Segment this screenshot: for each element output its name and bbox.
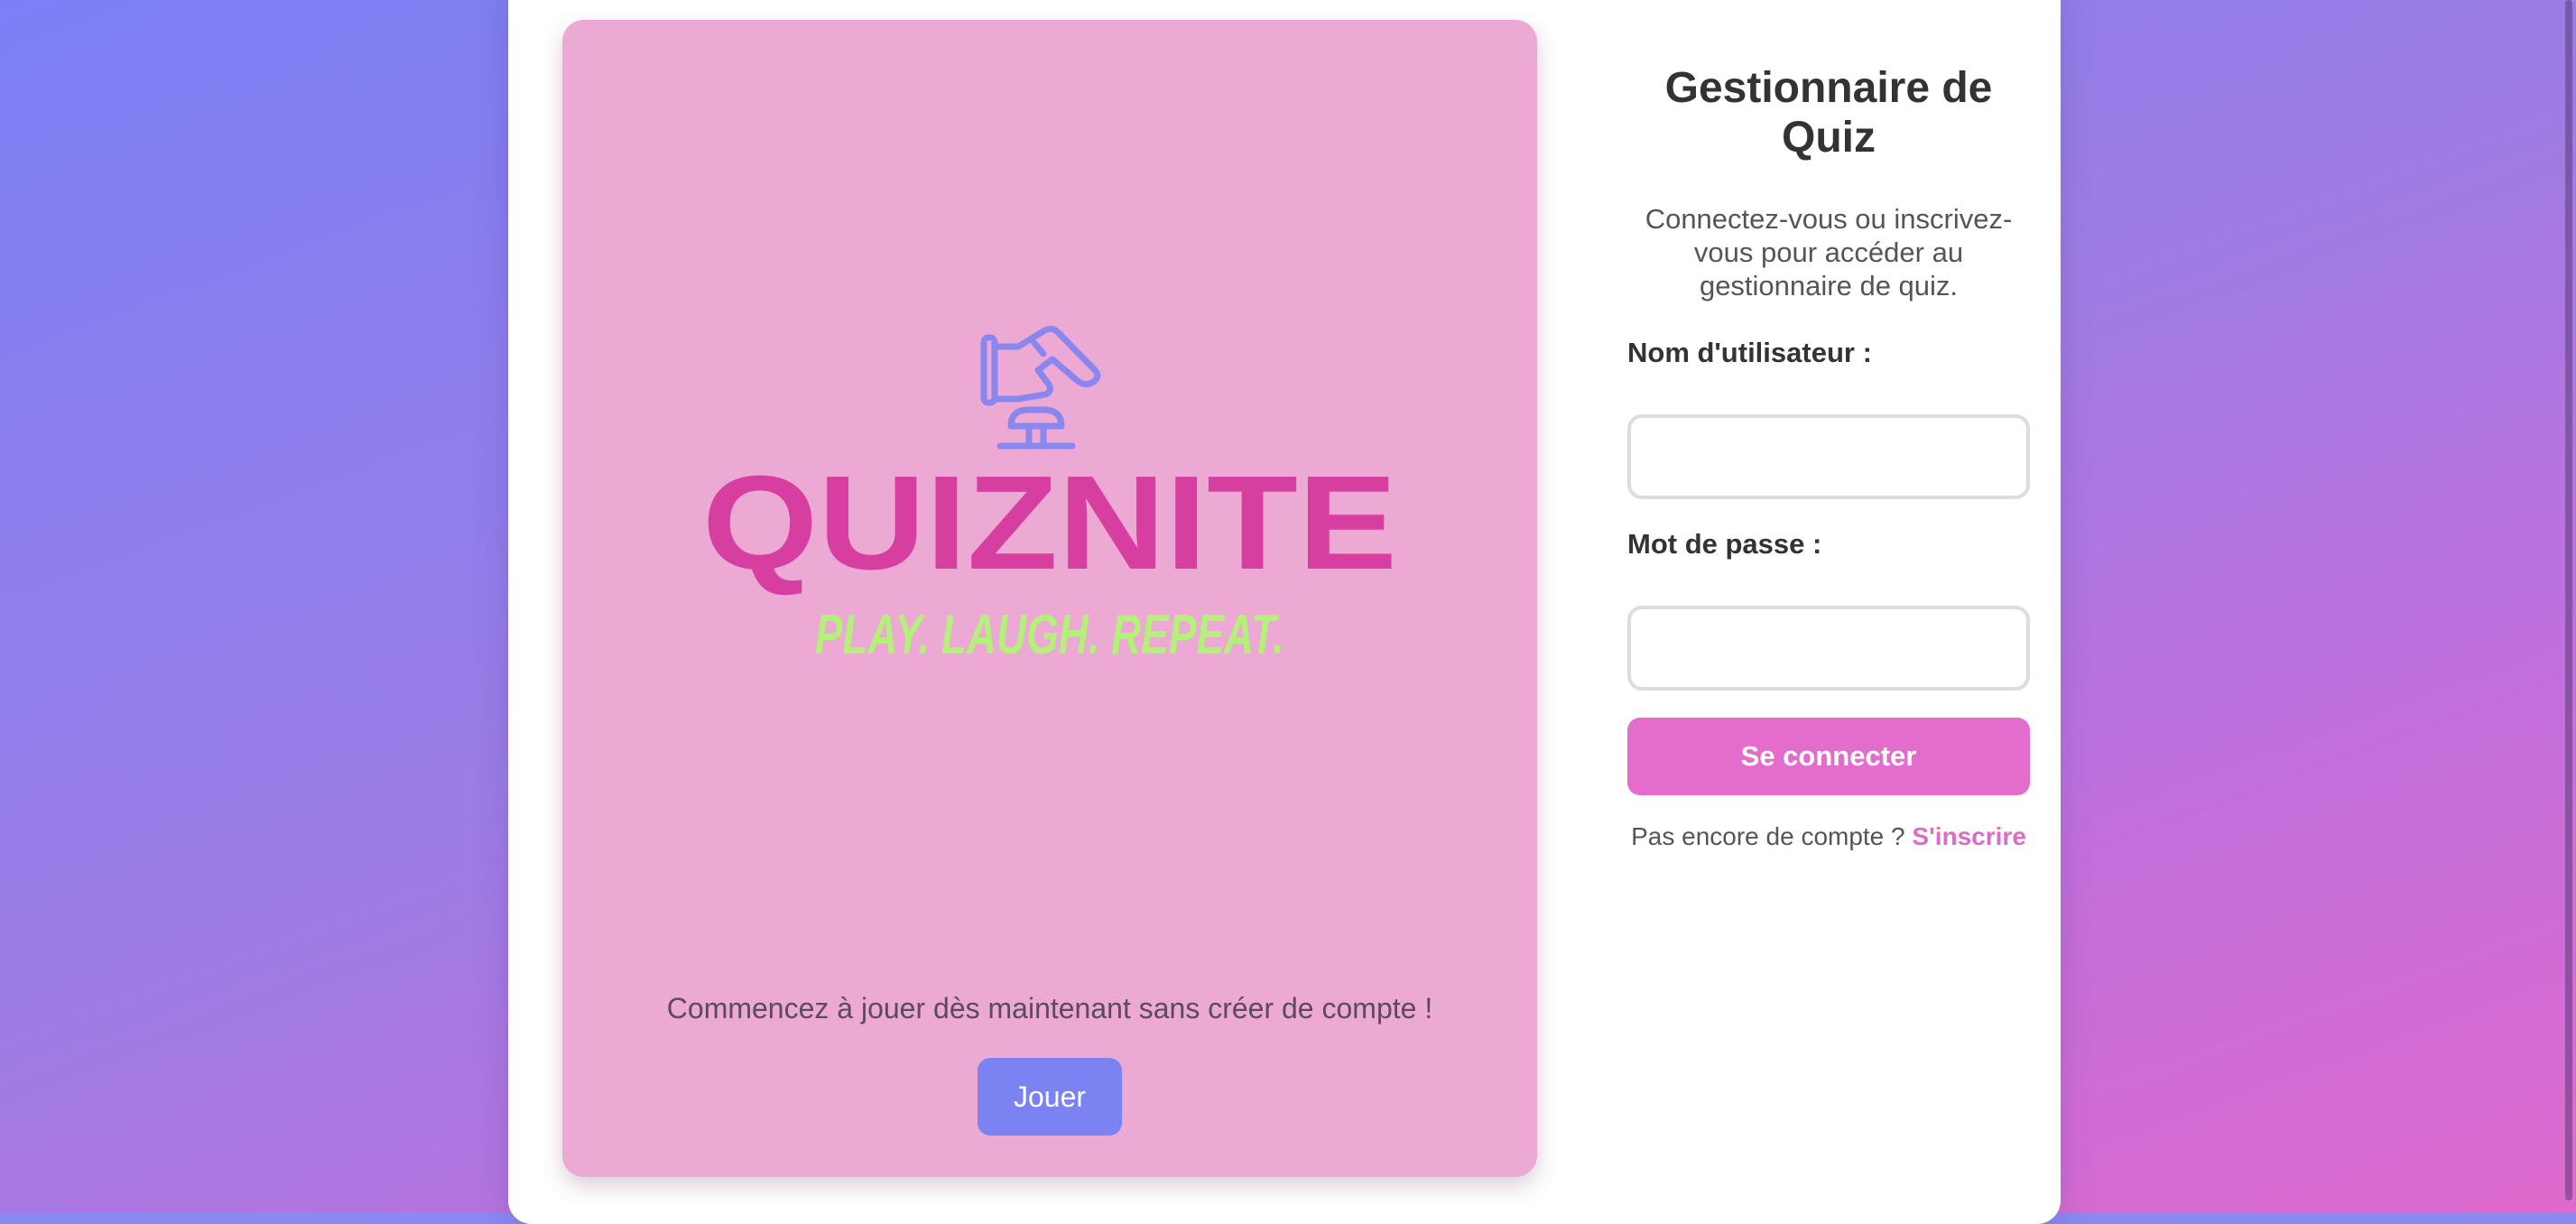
logo-brand-text: QUIZNITE — [702, 449, 1397, 598]
username-input[interactable] — [1627, 414, 2030, 499]
page-subtitle: Connectez-vous ou inscrivez-vous pour ac… — [1645, 203, 2013, 301]
signup-link[interactable]: S'inscrire — [1912, 822, 2026, 850]
scrollbar-thumb[interactable] — [2565, 0, 2572, 1201]
signup-prompt-line: Pas encore de compte ? S'inscrire — [1627, 822, 2030, 851]
play-button[interactable]: Jouer — [978, 1058, 1122, 1136]
login-button[interactable]: Se connecter — [1627, 718, 2030, 795]
guest-play-text: Commencez à jouer dès maintenant sans cr… — [666, 992, 1433, 1025]
hand-buzzer-icon — [980, 325, 1101, 450]
guest-panel: QUIZNITE PLAY. LAUGH. REPEAT. Commencez … — [562, 20, 1537, 1177]
quiznite-logo: QUIZNITE PLAY. LAUGH. REPEAT. — [702, 325, 1397, 666]
signup-prompt-text: Pas encore de compte ? — [1631, 822, 1905, 850]
password-input[interactable] — [1627, 606, 2030, 691]
auth-panel: Gestionnaire de Quiz Connectez-vous ou i… — [1627, 0, 2030, 851]
vertical-scrollbar[interactable] — [2554, 0, 2576, 1224]
password-label: Mot de passe : — [1627, 528, 1822, 560]
logo-tagline-text: PLAY. LAUGH. REPEAT. — [815, 604, 1284, 666]
page-title: Gestionnaire de Quiz — [1664, 64, 1993, 162]
username-label: Nom d'utilisateur : — [1627, 337, 1872, 368]
login-card: QUIZNITE PLAY. LAUGH. REPEAT. Commencez … — [508, 0, 2061, 1224]
